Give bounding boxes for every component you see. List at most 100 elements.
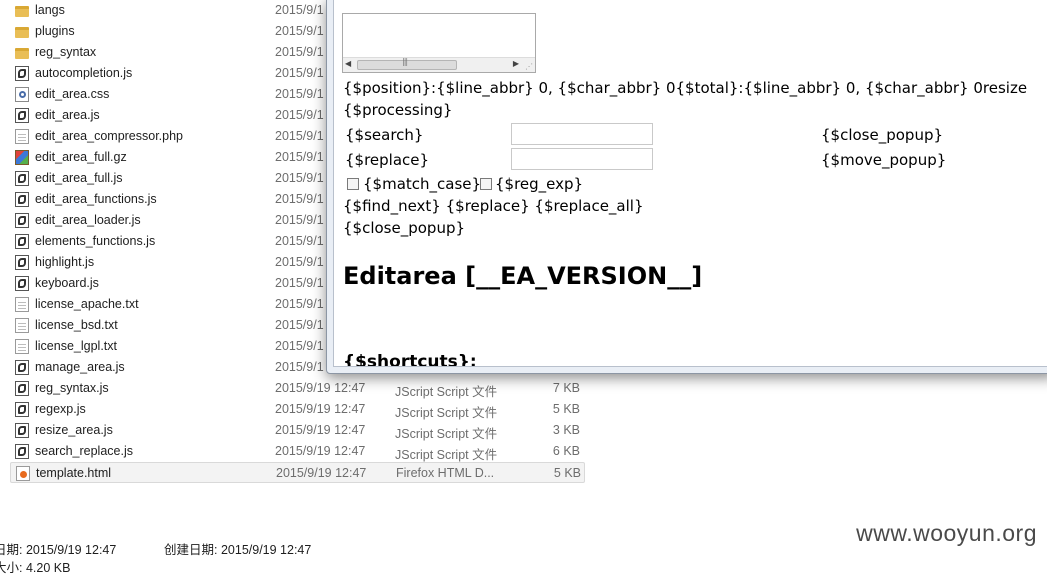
jscript-file-icon <box>15 444 29 459</box>
file-row[interactable]: regexp.js 2015/9/19 12:47 JScript Script 文… <box>10 399 585 420</box>
created-date: 创建日期: 2015/9/19 12:47 <box>164 539 311 558</box>
file-date: 2015/9/1 <box>275 129 324 143</box>
folder-icon <box>15 27 29 38</box>
file-date: 2015/9/1 <box>275 339 324 353</box>
resize-grip-icon[interactable]: ⋰ <box>525 62 533 71</box>
file-type: JScript Script 文件 <box>395 427 498 441</box>
text-file-icon <box>15 297 29 312</box>
file-date: 2015/9/1 <box>275 318 324 332</box>
find-replace-actions[interactable]: {$find_next} {$replace} {$replace_all} <box>343 197 644 215</box>
file-name: edit_area_functions.js <box>35 192 157 206</box>
file-row[interactable]: reg_syntax.js 2015/9/19 12:47 JScript Scri… <box>10 378 585 399</box>
editor-textarea[interactable]: ◀ ▶ ⋰ <box>342 13 536 73</box>
modified-date-label: 日期: <box>0 543 23 557</box>
file-date: 2015/9/1 <box>275 66 324 80</box>
file-name: license_bsd.txt <box>35 318 118 332</box>
file-date: 2015/9/19 12:47 <box>276 466 367 480</box>
replace-input[interactable] <box>511 148 653 170</box>
firefox-html-file-icon <box>16 466 30 481</box>
file-date: 2015/9/1 <box>275 45 324 59</box>
jscript-file-icon <box>15 276 29 291</box>
file-date: 2015/9/1 <box>275 108 324 122</box>
folder-icon <box>15 48 29 59</box>
close-popup-link-2[interactable]: {$close_popup} <box>343 219 465 237</box>
file-name: license_apache.txt <box>35 297 139 311</box>
move-popup-link[interactable]: {$move_popup} <box>821 151 946 169</box>
file-name: edit_area.css <box>35 87 110 101</box>
created-date-value: 2015/9/19 12:47 <box>220 543 312 557</box>
file-name: resize_area.js <box>35 423 113 437</box>
search-input[interactable] <box>511 123 653 145</box>
file-type: JScript Script 文件 <box>395 406 498 420</box>
text-file-icon <box>15 318 29 333</box>
file-date: 2015/9/1 <box>275 87 324 101</box>
browser-window: ◀ ▶ ⋰ {$position}:{$line_abbr} 0, {$char… <box>326 0 1047 374</box>
jscript-file-icon <box>15 255 29 270</box>
file-name: edit_area_loader.js <box>35 213 141 227</box>
file-date: 2015/9/1 <box>275 3 324 17</box>
file-name: edit_area_compressor.php <box>35 129 184 143</box>
jscript-file-icon <box>15 66 29 81</box>
replace-label: {$replace} <box>345 151 430 169</box>
file-size: 3 KB <box>552 423 580 437</box>
file-row[interactable]: search_replace.js 2015/9/19 12:47 JScript … <box>10 441 585 462</box>
file-date: 2015/9/19 12:47 <box>275 444 366 458</box>
file-type: JScript Script 文件 <box>395 385 498 399</box>
close-popup-link[interactable]: {$close_popup} <box>821 126 943 144</box>
file-date: 2015/9/1 <box>275 192 324 206</box>
file-name: edit_area.js <box>35 108 100 122</box>
file-date: 2015/9/19 12:47 <box>275 423 366 437</box>
watermark: www.wooyun.org <box>856 520 1037 546</box>
text-file-icon <box>15 339 29 354</box>
file-date: 2015/9/1 <box>275 24 324 38</box>
match-case-checkbox[interactable] <box>347 178 359 190</box>
file-date: 2015/9/19 12:47 <box>275 381 366 395</box>
file-name: keyboard.js <box>35 276 99 290</box>
scroll-right-icon[interactable]: ▶ <box>513 59 519 68</box>
modified-date: 日期: 2015/9/19 12:47 <box>0 539 116 558</box>
file-name: edit_area_full.gz <box>35 150 127 164</box>
file-row[interactable]: template.html 2015/9/19 12:47 Firefox HTML… <box>10 462 585 483</box>
file-type: Firefox HTML D... <box>396 466 495 480</box>
file-name: elements_functions.js <box>35 234 156 248</box>
shortcuts-heading: {$shortcuts}: <box>343 352 477 367</box>
file-row[interactable]: resize_area.js 2015/9/19 12:47 JScript Scr… <box>10 420 585 441</box>
jscript-file-icon <box>15 234 29 249</box>
file-name: search_replace.js <box>35 444 133 458</box>
file-name: autocompletion.js <box>35 66 133 80</box>
file-size: 5 KB <box>552 402 580 416</box>
file-date: 2015/9/1 <box>275 255 324 269</box>
jscript-file-icon <box>15 213 29 228</box>
jscript-file-icon <box>15 360 29 375</box>
file-name: template.html <box>36 466 112 480</box>
match-case-label: {$match_case} <box>363 175 482 193</box>
file-size: 7 KB <box>552 381 580 395</box>
file-date: 2015/9/1 <box>275 360 324 374</box>
file-size: 5 KB <box>553 466 581 480</box>
blank-file-icon <box>15 129 29 144</box>
scrollbar-thumb[interactable] <box>357 57 457 70</box>
jscript-file-icon <box>15 192 29 207</box>
file-name: highlight.js <box>35 255 95 269</box>
file-date: 2015/9/1 <box>275 297 324 311</box>
reg-exp-label: {$reg_exp} <box>495 175 584 193</box>
page-title: Editarea [__EA_VERSION__] <box>343 262 703 290</box>
file-date: 2015/9/1 <box>275 150 324 164</box>
file-date: 2015/9/1 <box>275 171 324 185</box>
search-label: {$search} <box>345 126 424 144</box>
file-type: JScript Script 文件 <box>395 448 498 462</box>
file-name: reg_syntax.js <box>35 381 109 395</box>
horizontal-scrollbar[interactable]: ◀ ▶ ⋰ <box>343 57 535 72</box>
file-name: license_lgpl.txt <box>35 339 117 353</box>
jscript-file-icon <box>15 381 29 396</box>
reg-exp-checkbox[interactable] <box>480 178 492 190</box>
modified-date-value: 2015/9/19 12:47 <box>25 543 117 557</box>
jscript-file-icon <box>15 171 29 186</box>
file-date: 2015/9/1 <box>275 213 324 227</box>
scroll-left-icon[interactable]: ◀ <box>345 59 351 68</box>
created-date-label: 创建日期: <box>164 543 218 557</box>
file-date: 2015/9/19 12:47 <box>275 402 366 416</box>
jscript-file-icon <box>15 402 29 417</box>
jscript-file-icon <box>15 423 29 438</box>
file-date: 2015/9/1 <box>275 234 324 248</box>
